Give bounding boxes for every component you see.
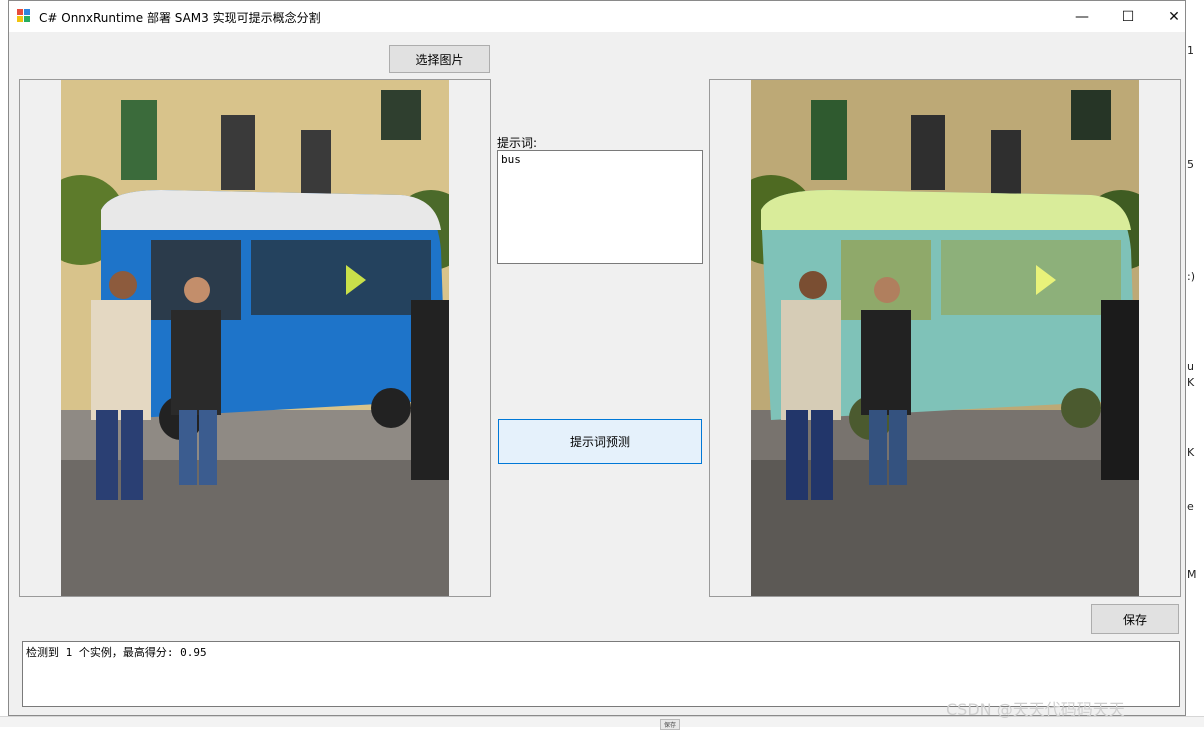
bg-fragment: M xyxy=(1187,568,1197,581)
select-image-button[interactable]: 选择图片 xyxy=(389,45,490,73)
background-save-button: 保存 xyxy=(660,719,681,730)
bg-fragment: K xyxy=(1187,446,1195,459)
bg-fragment: e xyxy=(1187,500,1194,513)
bg-fragment: K xyxy=(1187,376,1195,389)
input-image-box xyxy=(19,79,491,597)
save-button[interactable]: 保存 xyxy=(1091,604,1179,634)
watermark: CSDN @天天代码码天天 xyxy=(946,700,1125,719)
maximize-button[interactable]: ☐ xyxy=(1105,1,1151,32)
bg-fragment: :) xyxy=(1187,270,1195,283)
prompt-label: 提示词: xyxy=(497,136,538,150)
main-window: C# OnnxRuntime 部署 SAM3 实现可提示概念分割 — ☐ ✕ 选… xyxy=(8,0,1186,716)
title-bar[interactable]: C# OnnxRuntime 部署 SAM3 实现可提示概念分割 — ☐ ✕ xyxy=(9,1,1185,32)
bg-fragment: 5 xyxy=(1187,158,1194,171)
close-button[interactable]: ✕ xyxy=(1151,1,1197,32)
output-image-box xyxy=(709,79,1181,597)
background-window-edge: 1 5 :) u K K e M xyxy=(1186,0,1204,726)
prompt-input[interactable]: bus xyxy=(497,150,703,264)
app-icon xyxy=(17,9,31,23)
bg-fragment: 1 xyxy=(1187,44,1194,57)
window-title: C# OnnxRuntime 部署 SAM3 实现可提示概念分割 xyxy=(39,11,321,25)
input-photo-icon xyxy=(61,80,449,596)
minimize-button[interactable]: — xyxy=(1059,1,1105,32)
prompt-predict-button[interactable]: 提示词预测 xyxy=(498,419,702,464)
bg-fragment: u xyxy=(1187,360,1194,373)
segmented-photo-icon xyxy=(751,80,1139,596)
